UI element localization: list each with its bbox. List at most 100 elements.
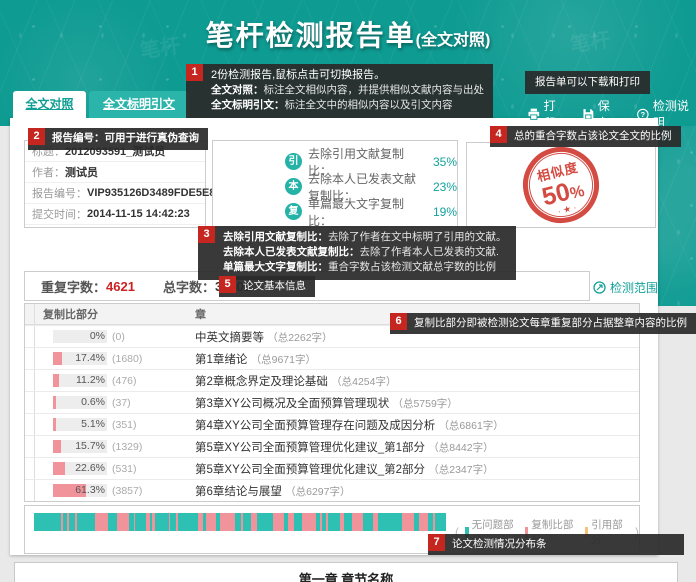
distribution-segment bbox=[77, 513, 95, 531]
document-info-row: 作者：测试员 bbox=[25, 162, 205, 183]
tab-full-compare[interactable]: 全文对照 bbox=[13, 91, 86, 118]
copy-word-count: (1329) bbox=[112, 441, 142, 453]
report-page: 笔杆 笔杆 笔杆检测报告单(全文对照) 全文对照 全文标明引文 1 2份检测报告… bbox=[0, 0, 696, 582]
chapter-row[interactable]: 5.1% (351) 第4章XY公司全面预算管理存在问题及成因分析 （总6861… bbox=[25, 413, 639, 435]
metric-icon: 本 bbox=[285, 178, 302, 195]
header-right-band bbox=[658, 126, 696, 306]
copy-ratio-bar-fill bbox=[53, 374, 59, 387]
distribution-segment bbox=[178, 513, 198, 531]
chapter-word-count: （总5759字） bbox=[392, 398, 457, 410]
document-chapter-heading: 第一章 章节名称 bbox=[14, 562, 678, 582]
chapter-word-count: （总2262字） bbox=[267, 332, 332, 344]
chapter-title: 第5章XY公司全面预算管理优化建议_第1部分 （总8442字） bbox=[195, 439, 494, 455]
distribution-segment bbox=[273, 513, 284, 531]
report-title-mode: (全文对照) bbox=[416, 32, 491, 49]
distribution-segment bbox=[419, 513, 428, 531]
copy-ratio-bar: 15.7% bbox=[53, 440, 107, 453]
tab-marked-citation[interactable]: 全文标明引文 bbox=[89, 91, 189, 118]
annotation-copy-ratio: 6复制比部分即被检测论文每章重复部分占据整章内容的比例 bbox=[390, 313, 696, 334]
chapter-word-count: （总6297字） bbox=[285, 486, 350, 498]
distribution-segment bbox=[108, 513, 117, 531]
distribution-segment bbox=[378, 513, 402, 531]
annotation-basic-info: 5论文基本信息 bbox=[219, 276, 315, 297]
distribution-segment bbox=[206, 513, 216, 531]
chapter-title: 第5章XY公司全面预算管理优化建议_第2部分 （总2347字） bbox=[195, 461, 494, 477]
annotation-distribution: 7论文检测情况分布条 bbox=[428, 534, 684, 555]
chapter-title: 第4章XY公司全面预算管理存在问题及成因分析 （总6861字） bbox=[195, 417, 504, 433]
question-icon: ? bbox=[637, 108, 649, 121]
copy-ratio-bar-fill bbox=[53, 396, 56, 409]
distribution-segment bbox=[328, 513, 340, 531]
distribution-segment bbox=[243, 513, 251, 531]
metric-icon: 复 bbox=[285, 203, 302, 220]
chapter-row[interactable]: 15.7% (1329) 第5章XY公司全面预算管理优化建议_第1部分 （总84… bbox=[25, 435, 639, 457]
distribution-segment bbox=[302, 513, 316, 531]
document-info-row: 报告编号：VIP935126D3489FDE5E8 bbox=[25, 183, 205, 204]
annotation-2-badge: 2 bbox=[28, 128, 45, 145]
copy-ratio-metrics-panel: 引 去除引用文献复制比：35% 本 去除本人已发表文献复制比：23% 复 单篇最… bbox=[212, 140, 458, 228]
copy-ratio-bar: 5.1% bbox=[53, 418, 107, 431]
distribution-segment bbox=[34, 513, 61, 531]
copy-ratio-percent: 17.4% bbox=[75, 352, 105, 365]
annotation-5-badge: 5 bbox=[219, 276, 236, 293]
annotation-report-switch: 1 2份检测报告,鼠标点击可切换报告。 全文对照：标注全文相似内容，并提供相似文… bbox=[186, 64, 493, 118]
scope-icon bbox=[593, 281, 606, 294]
detection-scope-link[interactable]: 检测范围 bbox=[593, 279, 658, 296]
copy-word-count: (1680) bbox=[112, 353, 142, 365]
copy-word-count: (3857) bbox=[112, 485, 142, 497]
duplicate-count: 4621 bbox=[106, 279, 135, 294]
distribution-segment bbox=[344, 513, 352, 531]
distribution-segment bbox=[257, 513, 273, 531]
distribution-segment bbox=[220, 513, 235, 531]
distribution-segment bbox=[294, 513, 302, 531]
chapter-word-count: （总2347字） bbox=[428, 464, 493, 476]
distribution-segment bbox=[117, 513, 129, 531]
svg-text:?: ? bbox=[641, 110, 646, 119]
page-title: 笔杆检测报告单(全文对照) bbox=[0, 14, 696, 54]
stamp-stars: · ★ · bbox=[534, 198, 600, 222]
annotation-3-badge: 3 bbox=[198, 226, 215, 243]
copy-ratio-percent: 5.1% bbox=[81, 418, 105, 431]
annotation-1-line1: 2份检测报告,鼠标点击可切换报告。 bbox=[211, 68, 484, 83]
chapter-row[interactable]: 61.3% (3857) 第6章结论与展望 （总6297字） bbox=[25, 479, 639, 501]
copy-ratio-bar-fill bbox=[53, 440, 61, 453]
annotation-1-badge: 1 bbox=[186, 64, 203, 81]
save-icon bbox=[583, 108, 594, 120]
chapter-row[interactable]: 0.6% (37) 第3章XY公司概况及全面预算管理现状 （总5759字） bbox=[25, 391, 639, 413]
chapter-title: 中英文摘要等 （总2262字） bbox=[195, 329, 333, 345]
copy-word-count: (0) bbox=[112, 331, 125, 343]
annotation-similarity: 4总的重合字数占该论文全文的比例 bbox=[490, 126, 681, 147]
annotation-4-badge: 4 bbox=[490, 126, 507, 143]
copy-word-count: (351) bbox=[112, 419, 137, 431]
copy-ratio-bar: 0.6% bbox=[53, 396, 107, 409]
header-chapter: 章 bbox=[195, 306, 206, 322]
annotation-metric-definitions: 3 去除引用文献复制比：去除了作者在文中标明了引用的文献。 去除本人已发表文献复… bbox=[198, 226, 516, 280]
copy-ratio-bar: 11.2% bbox=[53, 374, 107, 387]
copy-ratio-bar: 17.4% bbox=[53, 352, 107, 365]
copy-ratio-bar-fill bbox=[53, 352, 62, 365]
chapter-word-count: （总4254字） bbox=[331, 376, 396, 388]
printer-icon bbox=[528, 108, 540, 120]
copy-ratio-percent: 15.7% bbox=[75, 440, 105, 453]
copy-ratio-percent: 11.2% bbox=[76, 374, 105, 387]
copy-word-count: (531) bbox=[112, 463, 137, 475]
chapter-title: 第6章结论与展望 （总6297字） bbox=[195, 483, 350, 499]
report-title: 笔杆检测报告单 bbox=[206, 20, 416, 51]
chapter-word-count: （总8442字） bbox=[428, 442, 493, 454]
copy-ratio-bar-fill bbox=[53, 418, 56, 431]
copy-ratio-bar: 22.6% bbox=[53, 462, 107, 475]
chapter-title: 第3章XY公司概况及全面预算管理现状 （总5759字） bbox=[195, 395, 458, 411]
copy-ratio-bar: 61.3% bbox=[53, 484, 107, 497]
metric-row: 复 单篇最大文字复制比：19% bbox=[213, 199, 457, 224]
chapter-row[interactable]: 17.4% (1680) 第1章绪论 （总9671字） bbox=[25, 347, 639, 369]
distribution-segment bbox=[402, 513, 414, 531]
annotation-1-line: 全文对照：标注全文相似内容，并提供相似文献内容与出处 bbox=[211, 83, 484, 98]
chapter-row[interactable]: 22.6% (531) 第5章XY公司全面预算管理优化建议_第2部分 （总234… bbox=[25, 457, 639, 479]
document-info-row: 提交时间：2014-11-15 14:42:23 bbox=[25, 204, 205, 225]
annotation-1-line: 全文标明引文：标注全文中的相似内容以及引文内容 bbox=[211, 98, 484, 113]
chapter-row[interactable]: 11.2% (476) 第2章概念界定及理论基础 （总4254字） bbox=[25, 369, 639, 391]
chapter-word-count: （总9671字） bbox=[251, 354, 316, 366]
distribution-segment bbox=[95, 513, 108, 531]
annotation-3-line: 去除本人已发表文献复制比：去除了作者本人已发表的文献. bbox=[223, 245, 507, 260]
annotation-download-hint: 报告单可以下载和打印 bbox=[525, 71, 650, 94]
